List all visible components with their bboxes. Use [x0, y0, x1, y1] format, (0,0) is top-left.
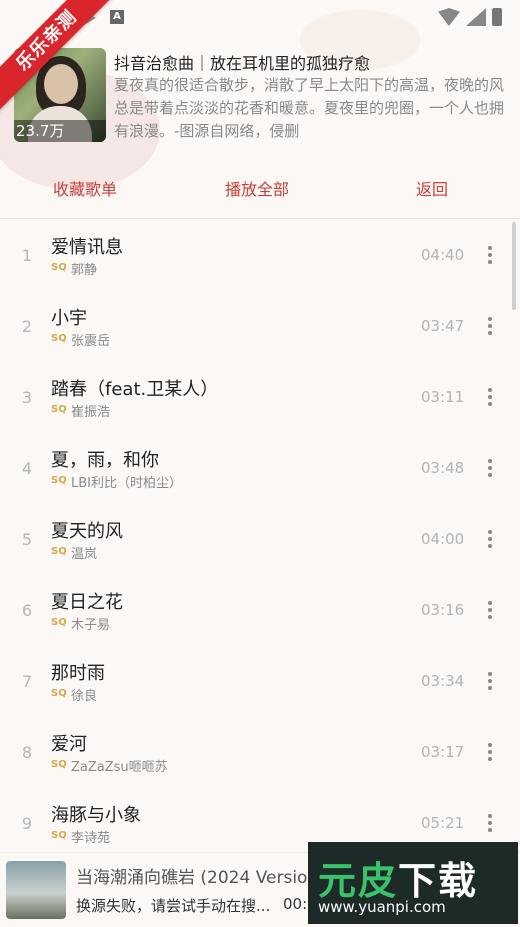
song-duration: 04:00 [421, 530, 465, 548]
song-duration: 03:34 [421, 672, 465, 690]
song-duration: 03:47 [421, 317, 465, 335]
more-options-icon[interactable] [482, 528, 498, 550]
song-row[interactable]: 4 夏，雨，和你 SQ LBI利比（时柏尘） 03:48 [0, 435, 520, 506]
song-duration: 04:40 [421, 246, 465, 264]
song-title: 夏，雨，和你 [51, 450, 159, 471]
song-artist: 郭静 [71, 263, 98, 278]
watermark-brand-a: 元 [318, 859, 359, 903]
a-notification-icon: A [110, 10, 124, 24]
divider [0, 218, 520, 219]
more-options-icon[interactable] [482, 599, 498, 621]
more-options-icon[interactable] [482, 386, 498, 408]
signal-icon [466, 8, 486, 26]
now-playing-title: 当海潮涌向礁岩 (2024 Version) [76, 868, 316, 888]
song-index: 1 [21, 246, 33, 265]
song-title: 爱河 [51, 734, 87, 755]
song-duration: 03:48 [421, 459, 465, 477]
sq-badge: SQ [51, 617, 67, 628]
sq-badge: SQ [51, 688, 67, 699]
song-artist: 木子易 [71, 618, 111, 633]
sq-badge: SQ [51, 404, 67, 415]
watermark-brand-c: 下载 [398, 859, 479, 903]
song-row[interactable]: 1 爱情讯息 SQ 郭静 04:40 [0, 222, 520, 293]
sq-badge: SQ [51, 830, 67, 841]
song-index: 4 [21, 459, 33, 478]
play-all-button[interactable]: 播放全部 [225, 176, 289, 200]
song-artist: 张震岳 [71, 334, 111, 349]
wifi-icon [438, 8, 460, 26]
sq-badge: SQ [51, 262, 67, 273]
song-duration: 03:17 [421, 743, 465, 761]
song-duration: 03:11 [421, 388, 465, 406]
more-options-icon[interactable] [482, 315, 498, 337]
song-title: 海豚与小象 [51, 805, 141, 826]
now-playing-artwork[interactable] [6, 861, 66, 919]
playlist-actions: 收藏歌单 播放全部 返回 [0, 176, 520, 208]
song-artist: 温岚 [71, 547, 98, 562]
song-row[interactable]: 8 爱河 SQ ZaZaZsu咂咂苏 03:17 [0, 719, 520, 790]
song-list: 1 爱情讯息 SQ 郭静 04:40 2 小宇 SQ 张震岳 03:47 3 踏春（feat.卫某人）… [0, 222, 520, 861]
scrollbar[interactable] [512, 222, 516, 310]
song-artist: 崔振浩 [71, 405, 111, 420]
song-row[interactable]: 6 夏日之花 SQ 木子易 03:16 [0, 577, 520, 648]
back-button[interactable]: 返回 [416, 176, 448, 200]
more-options-icon[interactable] [482, 244, 498, 266]
playlist-header: 23.7万 抖音治愈曲｜放在耳机里的孤独疗愈 夏夜真的很适合散步，消散了早上太阳… [14, 48, 514, 148]
song-index: 5 [21, 530, 33, 549]
song-title: 爱情讯息 [51, 237, 123, 258]
sq-badge: SQ [51, 546, 67, 557]
now-playing-status: 换源失败，请尝试手动在搜... [76, 897, 271, 915]
song-title: 夏日之花 [51, 592, 123, 613]
watermark-logo: 元皮下载 www.yuanpi.com [308, 842, 518, 924]
song-title: 小宇 [51, 308, 87, 329]
song-artist: LBI利比（时柏尘） [71, 476, 182, 491]
song-index: 8 [21, 743, 33, 762]
song-title: 夏天的风 [51, 521, 123, 542]
song-index: 3 [21, 388, 33, 407]
more-options-icon[interactable] [482, 741, 498, 763]
playlist-description: 夏夜真的很适合散步，消散了早上太阳下的高温，夜晚的风总是带着点淡淡的花香和暖意。… [114, 76, 504, 140]
song-title: 那时雨 [51, 663, 105, 684]
more-options-icon[interactable] [482, 457, 498, 479]
song-index: 7 [21, 672, 33, 691]
battery-icon [492, 8, 502, 26]
song-row[interactable]: 5 夏天的风 SQ 温岚 04:00 [0, 506, 520, 577]
song-row[interactable]: 7 那时雨 SQ 徐良 03:34 [0, 648, 520, 719]
more-options-icon[interactable] [482, 670, 498, 692]
watermark-url: www.yuanpi.com [318, 898, 446, 916]
song-index: 9 [21, 814, 33, 833]
song-artist: 李诗苑 [71, 831, 111, 846]
song-artist: 徐良 [71, 689, 98, 704]
sq-badge: SQ [51, 475, 67, 486]
song-row[interactable]: 3 踏春（feat.卫某人） SQ 崔振浩 03:11 [0, 364, 520, 435]
song-duration: 03:16 [421, 601, 465, 619]
more-options-icon[interactable] [482, 812, 498, 834]
collect-playlist-button[interactable]: 收藏歌单 [53, 176, 117, 200]
song-duration: 05:21 [421, 814, 465, 832]
sq-badge: SQ [51, 333, 67, 344]
song-artist: ZaZaZsu咂咂苏 [71, 760, 168, 775]
sq-badge: SQ [51, 759, 67, 770]
song-index: 6 [21, 601, 33, 620]
playlist-title: 抖音治愈曲｜放在耳机里的孤独疗愈 [114, 54, 371, 73]
song-row[interactable]: 2 小宇 SQ 张震岳 03:47 [0, 293, 520, 364]
song-index: 2 [21, 317, 33, 336]
song-title: 踏春（feat.卫某人） [51, 379, 219, 400]
watermark-brand-b: 皮 [358, 859, 399, 903]
cover-figure-face [44, 64, 78, 104]
watermark-brand: 元皮下载 [318, 850, 478, 905]
play-count: 23.7万 [14, 120, 106, 142]
